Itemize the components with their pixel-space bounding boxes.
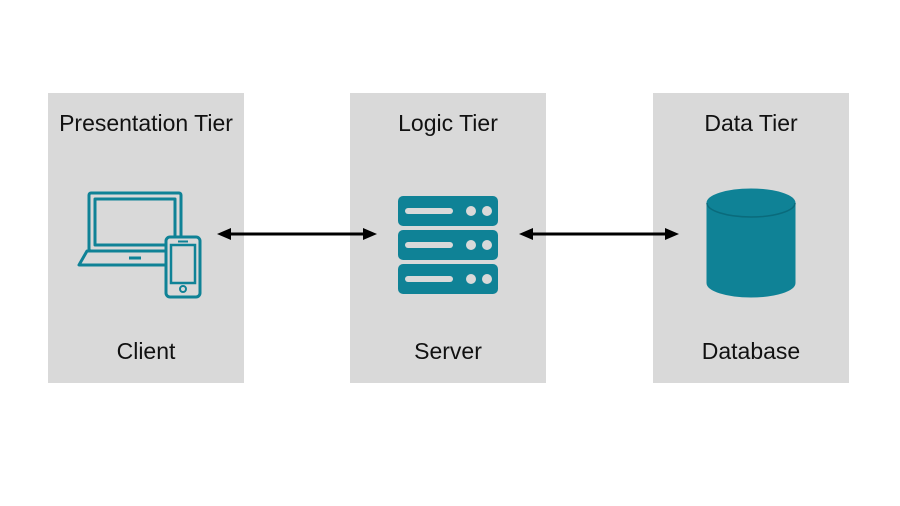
arrow-presentation-logic xyxy=(217,224,377,244)
logic-tier-title: Logic Tier xyxy=(350,110,546,137)
data-tier-title: Data Tier xyxy=(653,110,849,137)
database-cylinder-icon xyxy=(653,167,849,323)
presentation-tier-box: Presentation Tier Client xyxy=(48,93,244,383)
presentation-tier-title: Presentation Tier xyxy=(48,110,244,137)
client-devices-icon xyxy=(48,167,244,323)
logic-tier-subtitle: Server xyxy=(350,338,546,365)
data-tier-subtitle: Database xyxy=(653,338,849,365)
server-stack-icon xyxy=(350,167,546,323)
logic-tier-box: Logic Tier xyxy=(350,93,546,383)
data-tier-box: Data Tier Database xyxy=(653,93,849,383)
three-tier-architecture-diagram: Presentation Tier Client xyxy=(0,0,900,506)
presentation-tier-subtitle: Client xyxy=(48,338,244,365)
arrow-logic-data xyxy=(519,224,679,244)
